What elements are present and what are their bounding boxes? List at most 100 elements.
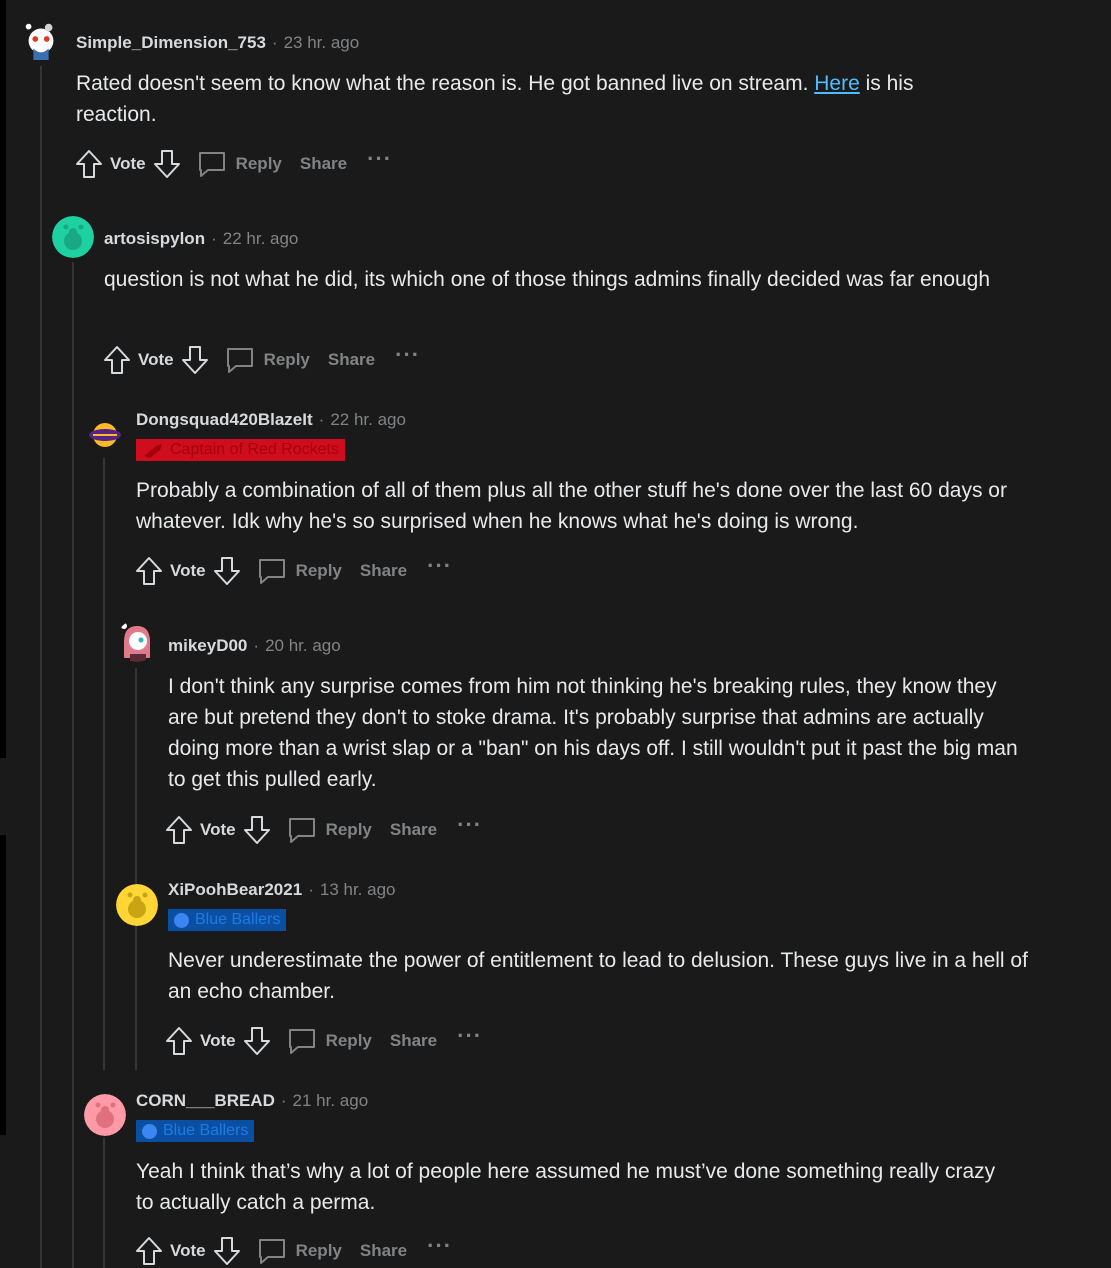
downvote-button[interactable]	[152, 148, 182, 180]
more-options-button[interactable]: ···	[395, 344, 420, 370]
blue-circle-icon	[174, 912, 189, 928]
share-button[interactable]: Share	[390, 1031, 437, 1051]
share-button[interactable]: Share	[300, 154, 347, 174]
author-name[interactable]: CORN___BREAD	[136, 1091, 275, 1111]
more-options-button[interactable]: ···	[427, 1235, 452, 1261]
downvote-button[interactable]	[180, 344, 210, 376]
author-name[interactable]: Simple_Dimension_753	[76, 33, 266, 53]
avatar[interactable]	[116, 620, 158, 662]
upvote-button[interactable]	[134, 555, 164, 587]
separator: ·	[253, 636, 260, 655]
more-options-button[interactable]: ···	[367, 148, 392, 174]
comment-link[interactable]: Here	[814, 72, 860, 95]
reply-button[interactable]: Reply	[224, 344, 310, 376]
timestamp[interactable]: 13 hr. ago	[320, 880, 396, 900]
comment-meta: XiPoohBear2021 · 13 hr. ago	[168, 878, 395, 902]
lakers-logo-icon	[84, 414, 126, 456]
share-button[interactable]: Share	[360, 561, 407, 581]
downvote-arrow-icon	[243, 1027, 270, 1055]
snoo-avatar-icon	[20, 18, 62, 60]
comment-meta: CORN___BREAD · 21 hr. ago	[136, 1089, 368, 1113]
reply-label: Reply	[295, 1241, 342, 1260]
upvote-arrow-icon	[136, 557, 162, 585]
upvote-button[interactable]	[74, 148, 104, 180]
separator: ·	[211, 229, 217, 248]
upvote-arrow-icon	[76, 150, 102, 178]
reply-button[interactable]: Reply	[256, 1235, 342, 1267]
author-name[interactable]: mikeyD00	[168, 636, 247, 656]
comment-actions: Vote Reply Share ···	[74, 147, 392, 181]
timestamp[interactable]: 20 hr. ago	[265, 636, 341, 656]
timestamp[interactable]: 22 hr. ago	[330, 410, 406, 430]
rocket-icon	[144, 444, 162, 458]
share-button[interactable]: Share	[360, 1241, 407, 1261]
reply-label: Reply	[263, 350, 310, 369]
avatar[interactable]	[20, 18, 64, 62]
reply-button[interactable]: Reply	[286, 1025, 372, 1057]
author-name[interactable]: artosispylon	[104, 229, 205, 249]
more-options-button[interactable]: ···	[457, 1025, 482, 1051]
comment-body: question is not what he did, its which o…	[104, 268, 991, 291]
upvote-button[interactable]	[164, 1025, 194, 1057]
timestamp[interactable]: 22 hr. ago	[223, 229, 299, 249]
left-edge-bar	[0, 835, 6, 1135]
user-flair: Blue Ballers	[168, 909, 287, 931]
avatar[interactable]	[116, 884, 158, 926]
comment-meta: artosispylon · 22 hr. ago	[104, 227, 298, 251]
flair-text: Captain of Red Rockets	[170, 441, 339, 458]
vote-count: Vote	[200, 820, 236, 839]
more-options-button[interactable]: ···	[457, 814, 482, 840]
downvote-button[interactable]	[242, 814, 272, 846]
avatar[interactable]	[84, 1094, 126, 1136]
comment-meta: Dongsquad420BlazeIt · 22 hr. ago	[136, 408, 406, 432]
thread-line[interactable]	[103, 458, 105, 1070]
reply-button[interactable]: Reply	[256, 555, 342, 587]
comment-body: Never underestimate the power of entitle…	[168, 949, 1028, 1003]
comment-bubble-icon	[198, 152, 225, 177]
snoo-avatar-icon	[84, 1094, 126, 1136]
timestamp[interactable]: 21 hr. ago	[293, 1091, 369, 1111]
upvote-arrow-icon	[136, 1237, 162, 1265]
thread-line[interactable]	[103, 1138, 105, 1268]
share-button[interactable]: Share	[390, 820, 437, 840]
downvote-arrow-icon	[243, 816, 270, 844]
comment-actions: Vote Reply Share ···	[134, 554, 452, 588]
reply-button[interactable]: Reply	[196, 148, 282, 180]
thread-line[interactable]	[40, 66, 42, 1268]
upvote-button[interactable]	[134, 1235, 164, 1267]
upvote-button[interactable]	[164, 814, 194, 846]
comment-bubble-icon	[258, 1239, 285, 1264]
downvote-arrow-icon	[213, 1237, 240, 1265]
comment-actions: Vote Reply Share ···	[164, 813, 482, 847]
downvote-button[interactable]	[242, 1025, 272, 1057]
more-options-button[interactable]: ···	[427, 555, 452, 581]
comment-actions: Vote Reply Share ···	[102, 343, 420, 377]
comment-bubble-icon	[258, 559, 285, 584]
downvote-arrow-icon	[153, 150, 180, 178]
thread-line[interactable]	[72, 262, 74, 1268]
separator: ·	[318, 410, 325, 429]
downvote-button[interactable]	[212, 555, 242, 587]
snoo-avatar-icon	[116, 620, 158, 662]
downvote-arrow-icon	[213, 557, 240, 585]
author-name[interactable]: Dongsquad420BlazeIt	[136, 410, 313, 430]
reply-button[interactable]: Reply	[286, 814, 372, 846]
avatar[interactable]	[52, 216, 94, 258]
comment-thread: Simple_Dimension_753 · 23 hr. ago Rated …	[0, 0, 1111, 1268]
comment-body: Probably a combination of all of them pl…	[136, 479, 1007, 533]
comment-bubble-icon	[288, 818, 315, 843]
avatar[interactable]	[84, 414, 126, 456]
snoo-avatar-icon	[52, 216, 94, 258]
downvote-button[interactable]	[212, 1235, 242, 1267]
blue-circle-icon	[142, 1123, 157, 1139]
vote-count: Vote	[138, 350, 174, 369]
snoo-avatar-icon	[116, 884, 158, 926]
reply-label: Reply	[235, 154, 282, 173]
thread-line[interactable]	[135, 668, 137, 1070]
timestamp[interactable]: 23 hr. ago	[284, 33, 360, 53]
comment-body: Rated doesn't seem to know what the reas…	[76, 68, 996, 130]
comment-bubble-icon	[226, 348, 253, 373]
author-name[interactable]: XiPoohBear2021	[168, 880, 302, 900]
upvote-button[interactable]	[102, 344, 132, 376]
share-button[interactable]: Share	[328, 350, 375, 370]
